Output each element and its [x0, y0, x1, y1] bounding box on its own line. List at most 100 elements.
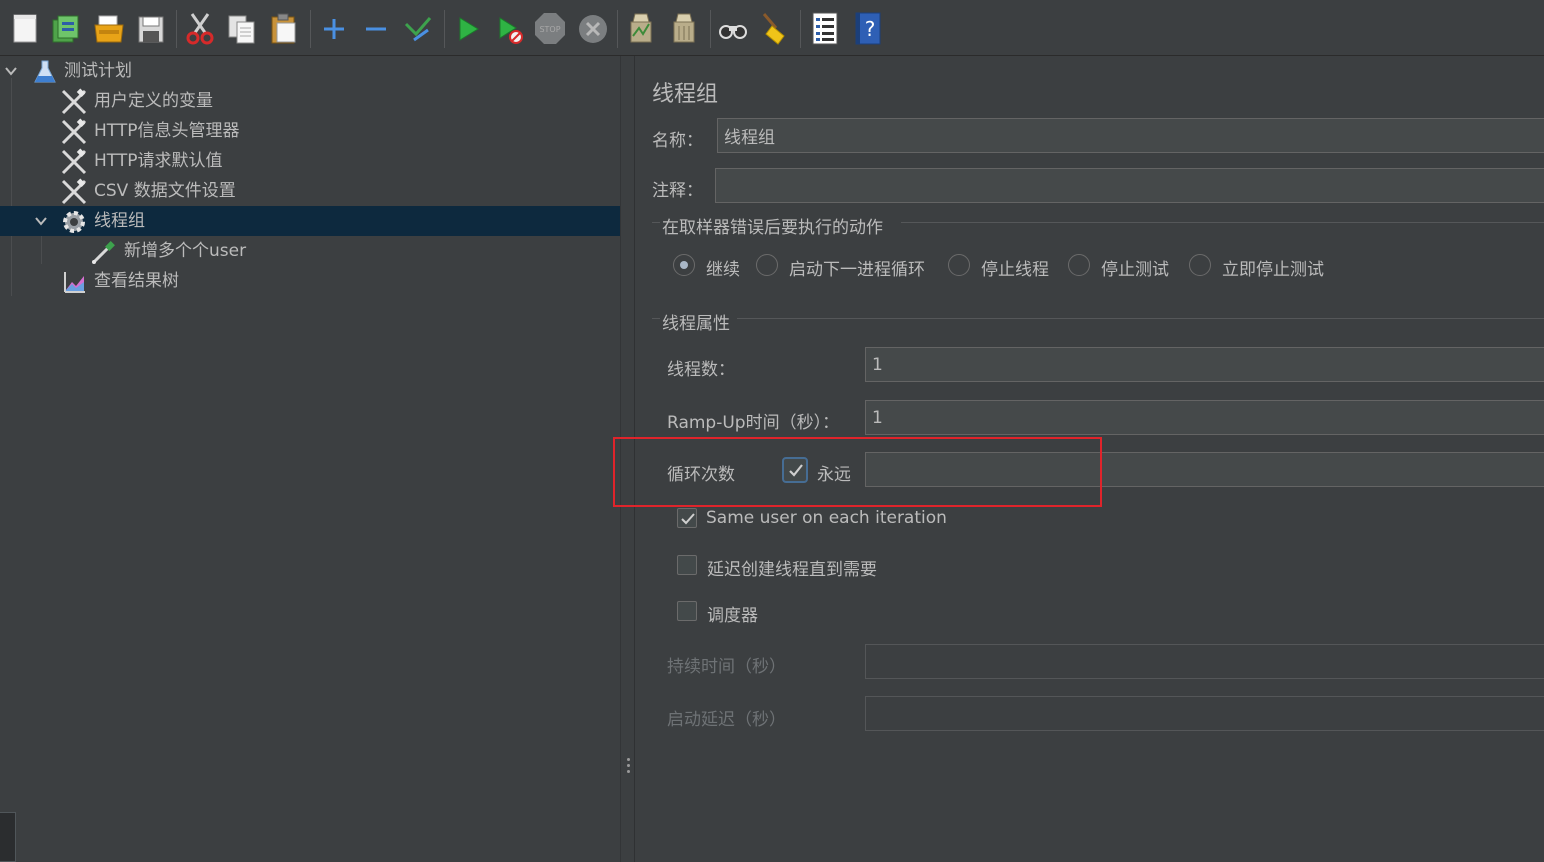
config-element-icon — [61, 148, 87, 175]
tree-item-label: HTTP请求默认值 — [94, 151, 223, 171]
function-helper-icon[interactable] — [809, 10, 841, 46]
toggle-icon[interactable] — [402, 10, 434, 46]
tree-item-csv-data-set-config[interactable]: CSV 数据文件设置 — [0, 176, 620, 206]
radio-stop-thread-label: 停止线程 — [981, 260, 1049, 280]
threads-label: 线程数： — [667, 360, 735, 380]
scheduler-checkbox[interactable] — [677, 601, 697, 621]
group-border — [652, 318, 660, 319]
delay-thread-creation-checkbox[interactable] — [677, 555, 697, 575]
name-input[interactable] — [717, 118, 1544, 153]
error-action-group-title: 在取样器错误后要执行的动作 — [662, 218, 883, 238]
reset-search-icon[interactable] — [758, 10, 790, 46]
duration-input[interactable] — [865, 644, 1544, 679]
thread-group-gear-icon — [63, 211, 85, 233]
thread-group-panel: 线程组 名称： 注释： 在取样器错误后要执行的动作 继续 启动下一进程循环 停止… — [635, 56, 1544, 862]
open-icon[interactable] — [93, 10, 125, 46]
listener-graph-icon — [64, 272, 85, 293]
radio-start-next-loop[interactable] — [756, 254, 778, 276]
toolbar-separator — [800, 10, 801, 48]
tree-item-http-request-defaults[interactable]: HTTP请求默认值 — [0, 146, 620, 176]
radio-continue[interactable] — [673, 254, 695, 276]
help-icon-label: ? — [865, 17, 876, 41]
split-pane-divider[interactable] — [620, 56, 635, 862]
scheduler-label: 调度器 — [707, 606, 758, 626]
toolbar-separator — [310, 10, 311, 48]
help-icon[interactable]: ? — [852, 10, 884, 46]
group-border — [737, 318, 1544, 319]
paste-icon[interactable] — [268, 10, 300, 46]
tree-item-label: 线程组 — [94, 211, 145, 231]
toolbar-separator — [710, 10, 711, 48]
expand-icon[interactable] — [318, 10, 350, 46]
comment-input[interactable] — [715, 168, 1544, 203]
main-toolbar: STOP ? — [0, 0, 1544, 56]
splitter-grip-dot — [627, 764, 630, 767]
duration-label: 持续时间（秒） — [667, 657, 786, 677]
radio-stop-thread[interactable] — [948, 254, 970, 276]
radio-stop-test-now-label: 立即停止测试 — [1222, 260, 1324, 280]
cut-icon[interactable] — [184, 10, 216, 46]
forever-checkbox[interactable] — [782, 457, 808, 483]
panel-title: 线程组 — [652, 82, 719, 107]
tree-item-label: 新增多个个user — [124, 241, 247, 261]
stop-icon[interactable]: STOP — [534, 10, 566, 46]
splitter-grip-dot — [627, 770, 630, 773]
checkmark-icon — [789, 464, 803, 477]
tree-item-label: 测试计划 — [64, 61, 132, 81]
loop-count-input[interactable] — [865, 452, 1544, 487]
tree-item-label: 用户定义的变量 — [94, 91, 213, 111]
forever-label: 永远 — [817, 465, 851, 485]
templates-icon[interactable] — [50, 10, 82, 46]
tree-item-http-header-manager[interactable]: HTTP信息头管理器 — [0, 116, 620, 146]
config-element-icon — [61, 88, 87, 115]
splitter-grip-dot — [627, 758, 630, 761]
side-collapsed-widget[interactable] — [0, 812, 16, 862]
new-icon[interactable] — [10, 10, 42, 46]
config-element-icon — [61, 178, 87, 205]
loop-count-label: 循环次数 — [667, 465, 735, 485]
test-plan-tree: 测试计划 用户定义的变量 HTTP信息头管理器 HTTP请求默认值 CSV 数据… — [0, 56, 620, 862]
group-border — [652, 222, 660, 223]
chevron-down-icon[interactable] — [34, 214, 48, 228]
clear-all-icon[interactable] — [668, 10, 700, 46]
radio-stop-test[interactable] — [1068, 254, 1090, 276]
delay-thread-creation-label: 延迟创建线程直到需要 — [707, 560, 877, 580]
radio-continue-label: 继续 — [706, 260, 740, 280]
copy-icon[interactable] — [226, 10, 258, 46]
radio-stop-test-now[interactable] — [1189, 254, 1211, 276]
shutdown-icon[interactable] — [577, 10, 609, 46]
same-user-checkbox[interactable] — [677, 508, 697, 528]
tree-item-view-results-tree[interactable]: 查看结果树 — [0, 266, 620, 296]
comment-label: 注释： — [652, 181, 703, 201]
rampup-label: Ramp-Up时间（秒）： — [667, 413, 840, 433]
rampup-input[interactable] — [865, 400, 1544, 435]
startup-delay-label: 启动延迟（秒） — [667, 710, 786, 730]
tree-item-test-plan[interactable]: 测试计划 — [0, 56, 620, 86]
startup-delay-input[interactable] — [865, 696, 1544, 731]
same-user-label: Same user on each iteration — [706, 508, 947, 528]
tree-item-label: HTTP信息头管理器 — [94, 121, 240, 141]
tree-item-label: 查看结果树 — [94, 271, 179, 291]
start-no-pause-icon[interactable] — [494, 10, 526, 46]
clear-icon[interactable] — [625, 10, 657, 46]
tree-item-user-defined-variables[interactable]: 用户定义的变量 — [0, 86, 620, 116]
save-icon[interactable] — [135, 10, 167, 46]
name-label: 名称： — [652, 131, 703, 151]
tree-item-thread-group[interactable]: 线程组 — [0, 206, 620, 236]
group-border — [901, 222, 1544, 223]
config-element-icon — [61, 118, 87, 145]
search-icon[interactable] — [717, 10, 749, 46]
thread-props-group-title: 线程属性 — [662, 314, 730, 334]
stop-icon-label: STOP — [539, 25, 560, 34]
toolbar-separator — [444, 10, 445, 48]
toolbar-separator — [176, 10, 177, 48]
collapse-icon[interactable] — [360, 10, 392, 46]
tree-item-label: CSV 数据文件设置 — [94, 181, 236, 201]
toolbar-separator — [617, 10, 618, 48]
chevron-down-icon[interactable] — [4, 64, 18, 78]
threads-input[interactable] — [865, 347, 1544, 382]
radio-start-next-loop-label: 启动下一进程循环 — [789, 260, 925, 280]
tree-item-sampler-add-users[interactable]: 新增多个个user — [0, 236, 620, 266]
radio-stop-test-label: 停止测试 — [1101, 260, 1169, 280]
start-icon[interactable] — [452, 10, 484, 46]
